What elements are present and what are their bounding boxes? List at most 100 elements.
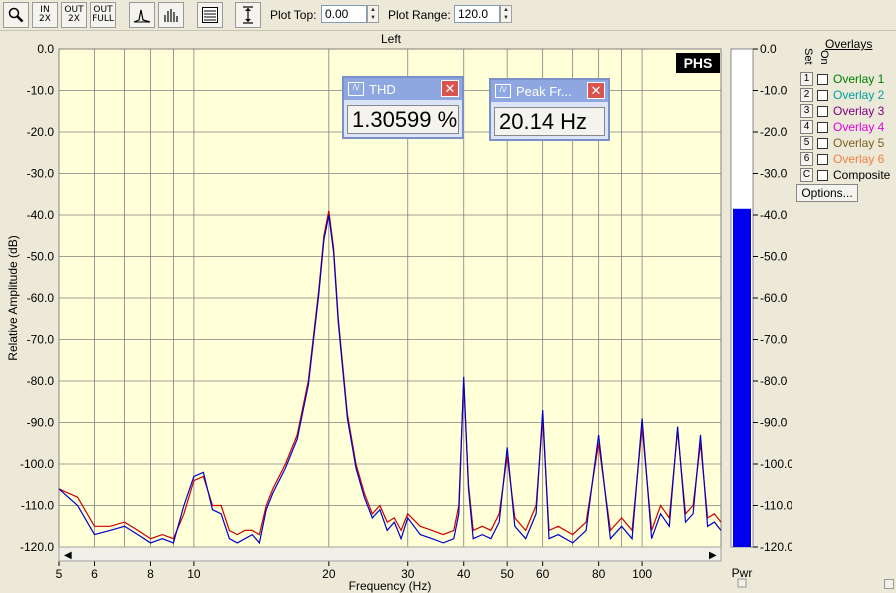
y-tick-label: -80.0 bbox=[27, 374, 55, 388]
scroll-left-icon[interactable]: ◀ bbox=[64, 550, 72, 561]
overlay-label-3: Overlay 3 bbox=[833, 104, 885, 118]
power-meter-bar bbox=[733, 208, 751, 547]
overlay-row-6: 6 Overlay 6 bbox=[800, 151, 884, 167]
x-tick-label: 5 bbox=[56, 567, 63, 581]
y-tick-label: -90.0 bbox=[27, 416, 55, 430]
y-tick-label: -120.0 bbox=[20, 540, 54, 554]
overlay-set-button-3[interactable]: 3 bbox=[800, 104, 813, 118]
y-axis-label: Relative Amplitude (dB) bbox=[6, 235, 20, 360]
overlay-set-button-5[interactable]: 5 bbox=[800, 136, 813, 150]
close-icon[interactable]: ✕ bbox=[441, 80, 459, 97]
toolbar: IN 2X OUT 2X OUT FULL Plot Top: 0.00 ▲ ▼ … bbox=[0, 0, 896, 31]
right-y-tick-label: -30.0 bbox=[760, 167, 788, 181]
overlay-row-2: 2 Overlay 2 bbox=[800, 87, 884, 103]
peak-view-icon[interactable] bbox=[129, 2, 155, 28]
right-y-tick-label: -60.0 bbox=[760, 291, 788, 305]
bar-view-icon[interactable] bbox=[158, 2, 184, 28]
y-tick-label: -30.0 bbox=[27, 167, 55, 181]
right-y-tick-label: -40.0 bbox=[760, 208, 788, 222]
overlay-row-3: 3 Overlay 3 bbox=[800, 103, 884, 119]
plot-range-spinner[interactable]: ▲ ▼ bbox=[500, 5, 512, 23]
right-y-tick-label: -20.0 bbox=[760, 125, 788, 139]
right-y-tick-label: -110.0 bbox=[760, 499, 792, 513]
x-axis-label: Frequency (Hz) bbox=[349, 579, 432, 593]
x-tick-label: 6 bbox=[91, 567, 98, 581]
y-tick-label: -110.0 bbox=[21, 499, 54, 513]
x-tick-label: 40 bbox=[457, 567, 471, 581]
vertical-scale-icon[interactable] bbox=[235, 2, 261, 28]
thd-popup-titlebar[interactable]: /\/ THD ✕ bbox=[344, 78, 462, 100]
right-y-tick-label: -90.0 bbox=[760, 416, 788, 430]
overlay-set-button-6[interactable]: 6 bbox=[800, 152, 813, 166]
overlay-label-6: Overlay 6 bbox=[833, 152, 885, 166]
power-meter-label: Pwr bbox=[732, 566, 753, 580]
options-button[interactable]: Options... bbox=[796, 184, 858, 202]
composite-set-button[interactable]: C bbox=[800, 168, 813, 182]
overlay-checkbox-2[interactable] bbox=[817, 89, 828, 101]
y-tick-label: -60.0 bbox=[27, 291, 55, 305]
zoom-out-2x-button[interactable]: OUT 2X bbox=[61, 2, 87, 28]
overlay-label-1: Overlay 1 bbox=[833, 72, 885, 86]
right-y-tick-label: 0.0 bbox=[760, 42, 777, 56]
thd-value: 1.30599 % bbox=[347, 105, 459, 134]
plot-range-input[interactable]: 120.0 bbox=[454, 5, 500, 23]
x-tick-label: 20 bbox=[322, 567, 336, 581]
zoom-out-full-button[interactable]: OUT FULL bbox=[90, 2, 116, 28]
overlay-row-4: 4 Overlay 4 bbox=[800, 119, 884, 135]
overlay-checkbox-5[interactable] bbox=[817, 137, 828, 149]
set-column-label: Set bbox=[802, 48, 814, 65]
overlay-set-button-4[interactable]: 4 bbox=[800, 120, 813, 134]
peak-popup-title: Peak Fr... bbox=[516, 83, 572, 99]
thd-popup[interactable]: /\/ THD ✕ 1.30599 % bbox=[342, 76, 464, 139]
plot-range-label: Plot Range: bbox=[388, 8, 451, 22]
x-tick-label: 80 bbox=[592, 567, 606, 581]
peak-frequency-popup[interactable]: /\/ Peak Fr... ✕ 20.14 Hz bbox=[489, 78, 610, 141]
right-y-tick-label: -50.0 bbox=[760, 250, 788, 264]
panel-scroll-handle[interactable] bbox=[884, 579, 894, 589]
y-tick-label: -100.0 bbox=[20, 457, 54, 471]
data-table-icon[interactable] bbox=[197, 2, 223, 28]
overlays-header: Overlays bbox=[825, 37, 873, 51]
y-tick-label: -10.0 bbox=[27, 84, 55, 98]
x-tick-label: 8 bbox=[147, 567, 154, 581]
overlay-checkbox-6[interactable] bbox=[817, 153, 828, 165]
x-tick-label: 60 bbox=[536, 567, 550, 581]
overlay-set-button-1[interactable]: 1 bbox=[800, 72, 813, 86]
peak-popup-titlebar[interactable]: /\/ Peak Fr... ✕ bbox=[491, 80, 608, 102]
thd-popup-title: THD bbox=[369, 81, 396, 97]
waveform-icon: /\/ bbox=[348, 82, 364, 96]
x-tick-label: 50 bbox=[500, 567, 514, 581]
chart-title: Left bbox=[381, 32, 402, 46]
y-tick-label: -70.0 bbox=[27, 333, 55, 347]
overlay-checkbox-4[interactable] bbox=[817, 121, 828, 133]
composite-checkbox[interactable] bbox=[817, 169, 828, 181]
plot-top-input[interactable]: 0.00 bbox=[321, 5, 367, 23]
overlay-set-button-2[interactable]: 2 bbox=[800, 88, 813, 102]
composite-row: C Composite bbox=[800, 167, 890, 183]
power-scroll-handle[interactable] bbox=[737, 578, 747, 588]
zoom-in-2x-button[interactable]: IN 2X bbox=[32, 2, 58, 28]
composite-label: Composite bbox=[833, 168, 891, 182]
peak-frequency-value: 20.14 Hz bbox=[494, 107, 605, 136]
overlay-row-5: 5 Overlay 5 bbox=[800, 135, 884, 151]
overlay-label-2: Overlay 2 bbox=[833, 88, 885, 102]
right-y-tick-label: -10.0 bbox=[760, 84, 788, 98]
y-tick-label: -20.0 bbox=[27, 125, 55, 139]
x-tick-label: 10 bbox=[187, 567, 201, 581]
right-y-tick-label: -100.0 bbox=[760, 457, 792, 471]
overlay-checkbox-3[interactable] bbox=[817, 105, 828, 117]
overlay-row-1: 1 Overlay 1 bbox=[800, 71, 884, 87]
overlay-checkbox-1[interactable] bbox=[817, 73, 828, 85]
magnifier-icon[interactable] bbox=[3, 2, 29, 28]
plot-top-spinner[interactable]: ▲ ▼ bbox=[367, 5, 379, 23]
close-icon[interactable]: ✕ bbox=[587, 82, 605, 99]
plot-top-label: Plot Top: bbox=[270, 8, 317, 22]
y-tick-label: -40.0 bbox=[27, 208, 55, 222]
overlay-label-5: Overlay 5 bbox=[833, 136, 885, 150]
y-tick-label: 0.0 bbox=[37, 42, 54, 56]
phs-logo-text: PHS bbox=[684, 55, 713, 71]
waveform-icon: /\/ bbox=[495, 84, 511, 98]
scroll-right-icon[interactable]: ▶ bbox=[709, 550, 717, 561]
horizontal-scrollbar[interactable] bbox=[58, 546, 722, 562]
right-y-tick-label: -80.0 bbox=[760, 374, 788, 388]
